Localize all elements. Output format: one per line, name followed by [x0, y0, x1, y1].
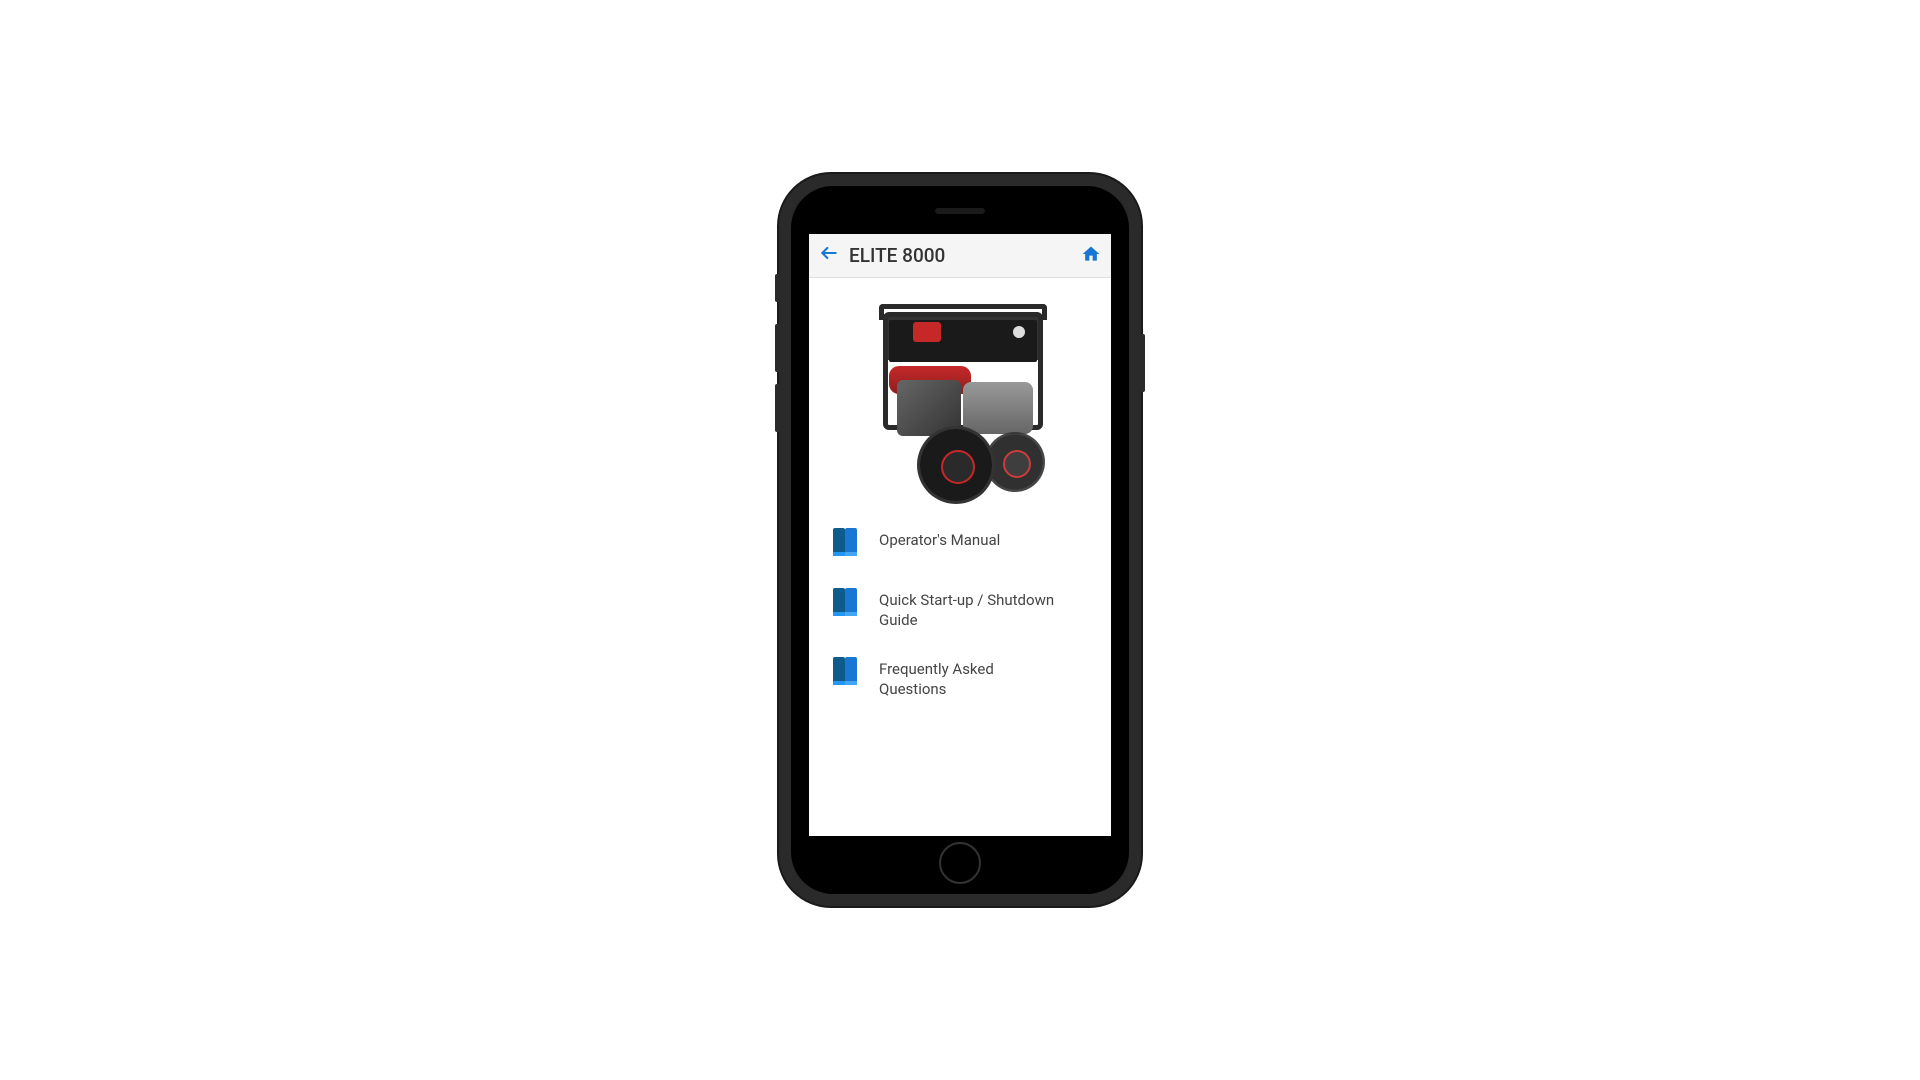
phone-mute-switch: [775, 274, 779, 302]
back-arrow-icon[interactable]: [819, 243, 839, 269]
menu-item-quick-start-guide[interactable]: Quick Start-up / Shutdown Guide: [821, 576, 1099, 645]
phone-bezel: ELITE 8000: [791, 186, 1129, 894]
home-icon[interactable]: [1081, 244, 1101, 268]
book-icon: [831, 588, 859, 622]
menu-item-label: Frequently Asked Questions: [879, 659, 1059, 700]
menu-item-faq[interactable]: Frequently Asked Questions: [821, 645, 1099, 714]
menu-item-label: Operator's Manual: [879, 530, 1000, 550]
phone-power-button: [1141, 334, 1145, 392]
phone-volume-down: [775, 384, 779, 432]
book-icon: [831, 528, 859, 562]
phone-home-button: [939, 842, 981, 884]
menu-item-label: Quick Start-up / Shutdown Guide: [879, 590, 1059, 631]
phone-speaker: [935, 208, 985, 214]
app-screen: ELITE 8000: [809, 234, 1111, 836]
book-icon: [831, 657, 859, 691]
phone-volume-up: [775, 324, 779, 372]
menu-item-operators-manual[interactable]: Operator's Manual: [821, 516, 1099, 576]
app-header: ELITE 8000: [809, 234, 1111, 278]
product-image: [855, 304, 1065, 504]
content-area: Operator's Manual Quick Start-up / Shutd…: [809, 278, 1111, 836]
phone-frame: ELITE 8000: [779, 174, 1141, 906]
page-title: ELITE 8000: [849, 244, 1081, 267]
